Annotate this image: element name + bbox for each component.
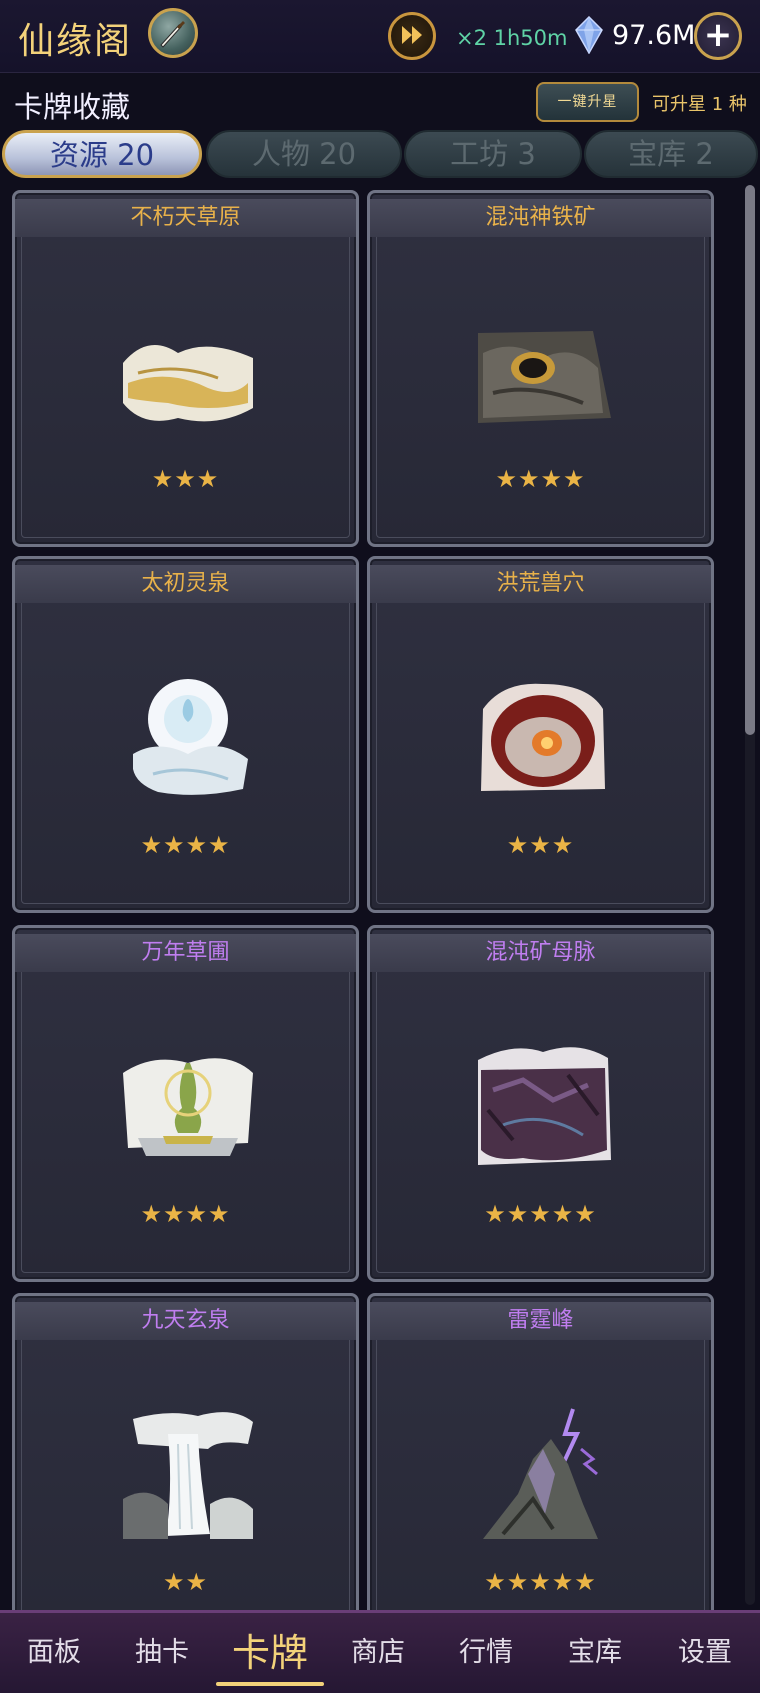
page-title: 卡牌收藏 (14, 90, 131, 124)
fast-forward-icon[interactable] (388, 12, 436, 60)
upgrade-hint: 可升星 1 种 (652, 94, 747, 115)
star-rating: ★★★★ (140, 1200, 231, 1228)
tab-treasury[interactable]: 宝库 2 (584, 130, 758, 178)
card-title: 雷霆峰 (370, 1302, 711, 1340)
speed-status: ×2 1h50m (456, 26, 568, 50)
nav-cards[interactable]: 卡牌 (216, 1613, 324, 1693)
iron-ore-art (478, 331, 611, 423)
card-immortal-grassland[interactable]: 不朽天草原 ★★★ (12, 190, 359, 547)
upgrade-all-button[interactable]: 一键升星 (536, 82, 639, 122)
card-herb-garden[interactable]: 万年草圃 ★★★★ (12, 925, 359, 1282)
card-chaos-iron-ore[interactable]: 混沌神铁矿 ★★★★ (367, 190, 714, 547)
tab-characters[interactable]: 人物 20 (206, 130, 402, 178)
add-gems-button[interactable]: + (694, 12, 742, 60)
thunder-peak-art (483, 1408, 598, 1539)
brush-icon[interactable] (148, 8, 198, 58)
nav-shop[interactable]: 商店 (324, 1613, 432, 1693)
tab-resources[interactable]: 资源 20 (2, 130, 202, 178)
star-rating: ★★★★ (495, 465, 586, 493)
card-title: 万年草圃 (15, 934, 356, 972)
card-chaos-ore-vein[interactable]: 混沌矿母脉 ★★★★★ (367, 925, 714, 1282)
card-thunder-peak[interactable]: 雷霆峰 ★★★★★ (367, 1293, 714, 1610)
star-rating: ★★ (162, 1568, 209, 1596)
gem-amount: 97.6M (612, 20, 696, 51)
herb-garden-art (123, 1058, 253, 1156)
card-title: 不朽天草原 (15, 199, 356, 237)
card-title: 混沌神铁矿 (370, 199, 711, 237)
star-rating: ★★★★ (140, 831, 231, 859)
card-primal-beast-lair[interactable]: 洪荒兽穴 ★★★ (367, 556, 714, 913)
spirit-spring-art (133, 679, 248, 795)
ore-vein-art (478, 1047, 611, 1165)
nav-dashboard[interactable]: 面板 (0, 1613, 108, 1693)
card-grid: 不朽天草原 ★★★ 混沌神铁矿 ★★★★ 太初灵泉 ★★★★ 洪荒兽穴 ★★★ … (0, 190, 735, 1610)
card-nine-heavens-spring[interactable]: 九天玄泉 ★★ (12, 1293, 359, 1610)
scrollbar[interactable] (745, 185, 755, 1605)
card-primordial-spring[interactable]: 太初灵泉 ★★★★ (12, 556, 359, 913)
card-title: 洪荒兽穴 (370, 565, 711, 603)
grassland-art (123, 345, 253, 422)
gem-icon (574, 15, 604, 58)
card-title: 太初灵泉 (15, 565, 356, 603)
beast-cave-art (481, 683, 605, 791)
nav-draw[interactable]: 抽卡 (108, 1613, 216, 1693)
star-rating: ★★★★★ (484, 1568, 597, 1596)
card-title: 九天玄泉 (15, 1302, 356, 1340)
star-rating: ★★★ (151, 465, 220, 493)
waterfall-art (123, 1412, 253, 1539)
bottom-nav: 面板 抽卡 卡牌 商店 行情 宝库 设置 (0, 1610, 760, 1693)
card-title: 混沌矿母脉 (370, 934, 711, 972)
nav-market[interactable]: 行情 (432, 1613, 540, 1693)
app-title: 仙缘阁 (18, 21, 133, 62)
scrollbar-thumb[interactable] (745, 185, 755, 735)
star-rating: ★★★ (506, 831, 575, 859)
category-tabs: 资源 20 人物 20 工坊 3 宝库 2 (0, 130, 760, 180)
active-nav-indicator (216, 1682, 324, 1686)
nav-settings[interactable]: 设置 (650, 1613, 760, 1693)
tab-workshop[interactable]: 工坊 3 (404, 130, 582, 178)
star-rating: ★★★★★ (484, 1200, 597, 1228)
nav-treasury[interactable]: 宝库 (540, 1613, 650, 1693)
